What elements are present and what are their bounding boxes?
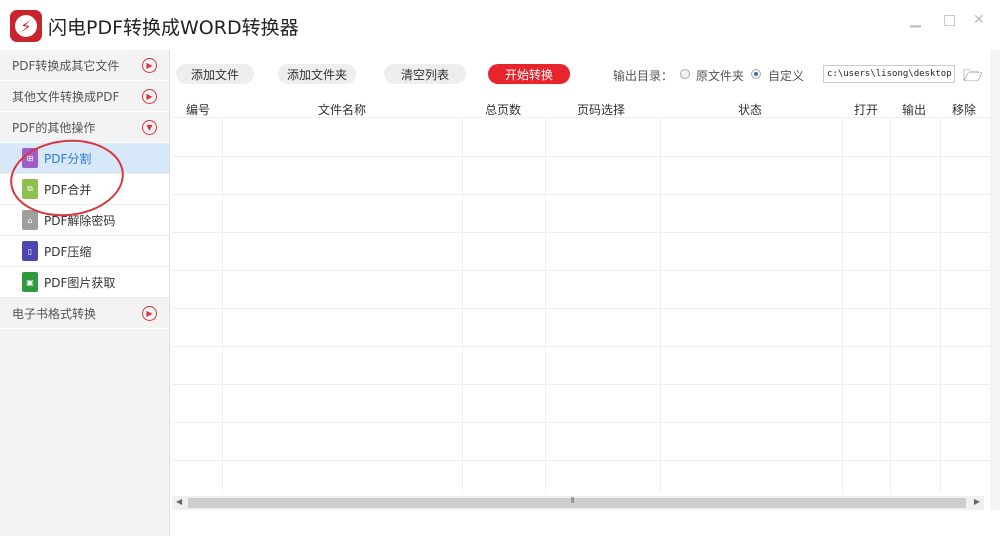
column-divider — [462, 118, 463, 493]
radio-custom[interactable] — [751, 69, 761, 79]
column-divider — [940, 118, 941, 493]
sidebar-item-pdf-compress[interactable]: ▯ PDF压缩 — [0, 236, 169, 267]
output-path-input[interactable]: c:\users\lisong\desktop — [823, 65, 955, 83]
scroll-left-icon[interactable]: ◀ — [176, 497, 182, 506]
column-divider — [545, 118, 546, 493]
section-label: PDF转换成其它文件 — [12, 58, 120, 73]
chevron-right-icon: ▶ — [142, 88, 157, 104]
col-open: 打开 — [854, 103, 879, 117]
scroll-right-icon[interactable]: ▶ — [974, 497, 980, 506]
vertical-scrollbar[interactable] — [990, 50, 1000, 510]
folder-open-icon[interactable]: 🗁 — [963, 65, 983, 92]
item-label: PDF压缩 — [44, 244, 92, 259]
col-remove: 移除 — [952, 103, 977, 117]
sidebar-section-pdf-other-ops[interactable]: PDF的其他操作 ▼ — [0, 112, 169, 143]
sidebar-item-pdf-unlock[interactable]: ⌂ PDF解除密码 — [0, 205, 169, 236]
col-pages: 总页数 — [485, 103, 522, 117]
title-bar: ⚡ 闪电PDF转换成WORD转换器 ▁ □ ✕ — [0, 0, 1000, 50]
table-grid — [172, 118, 990, 493]
item-label: PDF分割 — [44, 151, 92, 166]
column-divider — [890, 118, 891, 493]
row-divider — [172, 460, 990, 461]
radio-original-folder[interactable] — [680, 69, 690, 79]
merge-icon: ⧉ — [22, 179, 38, 199]
start-convert-button[interactable]: 开始转换 — [488, 64, 570, 84]
col-status: 状态 — [738, 103, 763, 117]
row-divider — [172, 156, 990, 157]
split-icon: ⊞ — [22, 148, 38, 168]
radio-original-label: 原文件夹 — [696, 69, 745, 83]
col-output: 输出 — [902, 103, 927, 117]
item-label: PDF合并 — [44, 182, 92, 197]
col-index: 编号 — [186, 103, 211, 117]
row-divider — [172, 384, 990, 385]
chevron-right-icon: ▶ — [142, 57, 157, 73]
sidebar-item-pdf-images[interactable]: ▣ PDF图片获取 — [0, 267, 169, 298]
scrollbar-thumb[interactable]: ⦀ — [188, 496, 966, 508]
horizontal-scrollbar[interactable]: ◀ ⦀ ▶ — [172, 496, 984, 510]
section-label: 其他文件转换成PDF — [12, 89, 120, 104]
add-folder-button[interactable]: 添加文件夹 — [278, 64, 356, 84]
row-divider — [172, 232, 990, 233]
toolbar: 添加文件 添加文件夹 清空列表 开始转换 输出目录： 原文件夹 自定义 c:\u… — [172, 58, 990, 90]
col-page-select: 页码选择 — [577, 103, 626, 117]
section-label: 电子书格式转换 — [12, 306, 97, 321]
app-logo: ⚡ — [10, 10, 42, 42]
file-table: 编号 文件名称 总页数 页码选择 状态 打开 输出 移除 — [172, 98, 990, 493]
sidebar-item-pdf-merge[interactable]: ⧉ PDF合并 — [0, 174, 169, 205]
col-filename: 文件名称 — [318, 103, 367, 117]
section-label: PDF的其他操作 — [12, 120, 96, 135]
item-label: PDF解除密码 — [44, 213, 116, 228]
add-file-button[interactable]: 添加文件 — [176, 64, 254, 84]
sidebar-section-pdf-to-other[interactable]: PDF转换成其它文件 ▶ — [0, 50, 169, 81]
row-divider — [172, 308, 990, 309]
grip-icon: ⦀ — [571, 496, 575, 505]
row-divider — [172, 194, 990, 195]
table-header: 编号 文件名称 总页数 页码选择 状态 打开 输出 移除 — [172, 98, 990, 118]
sidebar-item-pdf-split[interactable]: ⊞ PDF分割 — [0, 143, 169, 174]
column-divider — [660, 118, 661, 493]
maximize-button[interactable]: □ — [943, 12, 956, 28]
sidebar-section-other-to-pdf[interactable]: 其他文件转换成PDF ▶ — [0, 81, 169, 112]
sidebar: PDF转换成其它文件 ▶ 其他文件转换成PDF ▶ PDF的其他操作 ▼ ⊞ PDF分割… — [0, 50, 170, 536]
item-label: PDF图片获取 — [44, 275, 116, 290]
row-divider — [172, 346, 990, 347]
row-divider — [172, 422, 990, 423]
column-divider — [842, 118, 843, 493]
image-icon: ▣ — [22, 272, 38, 292]
row-divider — [172, 270, 990, 271]
radio-custom-label: 自定义 — [768, 69, 805, 83]
minimize-button[interactable]: ▁ — [910, 12, 921, 28]
close-button[interactable]: ✕ — [973, 12, 985, 28]
app-title: 闪电PDF转换成WORD转换器 — [48, 17, 299, 39]
chevron-down-icon: ▼ — [142, 119, 157, 135]
compress-icon: ▯ — [22, 241, 38, 261]
lock-icon: ⌂ — [22, 210, 38, 230]
output-dir-label: 输出目录： — [613, 69, 674, 83]
chevron-right-icon: ▶ — [142, 305, 157, 321]
sidebar-section-ebook[interactable]: 电子书格式转换 ▶ — [0, 298, 169, 329]
clear-list-button[interactable]: 清空列表 — [384, 64, 466, 84]
column-divider — [222, 118, 223, 493]
